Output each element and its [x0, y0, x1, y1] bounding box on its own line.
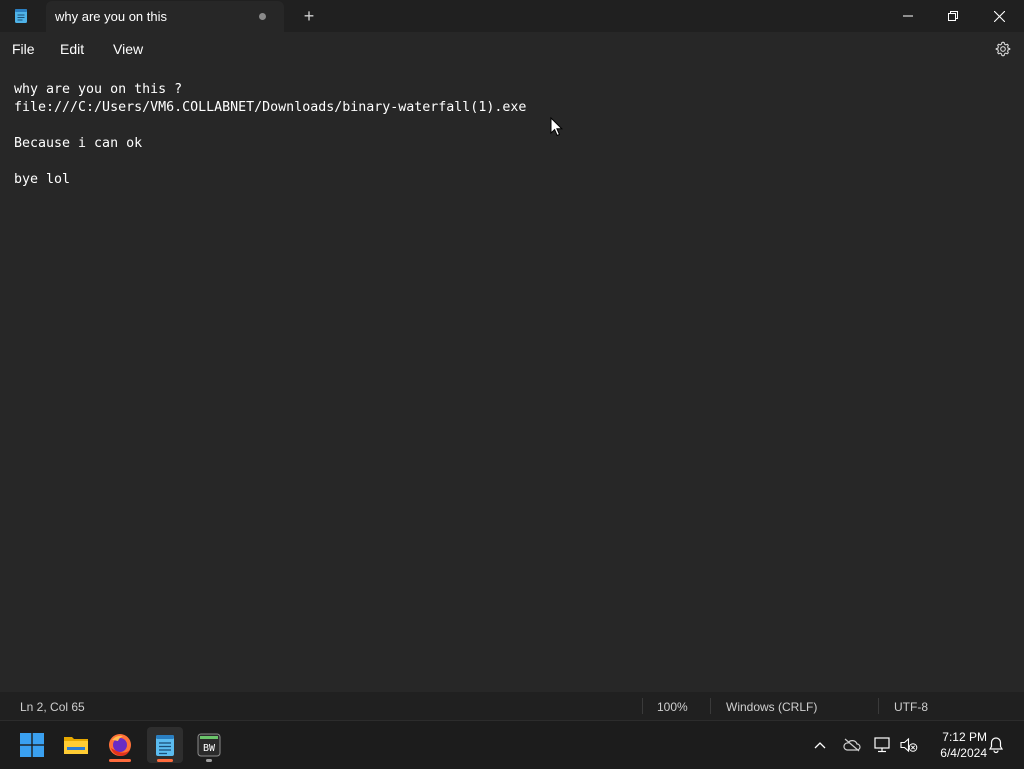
tab-document[interactable]: why are you on this	[46, 1, 284, 32]
restore-button[interactable]	[930, 0, 976, 32]
editor-line: bye lol	[14, 172, 71, 187]
binary-waterfall-icon: BW	[197, 733, 221, 757]
status-separator	[710, 698, 711, 714]
close-button[interactable]	[976, 0, 1022, 32]
menu-edit[interactable]: Edit	[60, 41, 84, 57]
status-separator	[878, 698, 879, 714]
binary-waterfall-label: BW	[203, 743, 216, 754]
menu-file[interactable]: File	[12, 41, 35, 57]
cloud-offline-icon	[843, 738, 861, 752]
text-editor[interactable]: why are you on this ? file:///C:/Users/V…	[0, 72, 1024, 692]
minimize-icon	[903, 15, 913, 17]
notepad-button[interactable]	[147, 727, 183, 763]
editor-line: Because i can ok	[14, 136, 143, 151]
notifications-button[interactable]	[986, 735, 1006, 755]
taskbar: BW 7:12 PM 6/4/2024	[0, 720, 1024, 769]
bell-icon	[988, 737, 1004, 754]
network-tray-button[interactable]	[873, 735, 893, 755]
mouse-pointer-icon	[550, 116, 564, 137]
editor-line: why are you on this ?	[14, 82, 183, 97]
new-tab-button[interactable]: +	[298, 6, 320, 26]
network-ethernet-icon	[874, 737, 890, 753]
show-hidden-icons-button[interactable]	[810, 735, 830, 755]
minimize-button[interactable]	[885, 0, 931, 32]
running-indicator	[206, 759, 212, 762]
menu-bar: File Edit View	[0, 32, 1024, 66]
clock[interactable]: 7:12 PM 6/4/2024	[925, 729, 987, 761]
zoom-level[interactable]: 100%	[657, 700, 688, 714]
close-icon	[993, 10, 1005, 22]
start-button[interactable]	[14, 727, 50, 763]
windows-start-icon	[20, 733, 44, 757]
unsaved-dot-icon[interactable]	[259, 13, 266, 20]
chevron-up-icon	[814, 742, 826, 749]
menu-view[interactable]: View	[113, 41, 143, 57]
encoding[interactable]: UTF-8	[894, 700, 928, 714]
clock-date: 6/4/2024	[940, 746, 987, 760]
volume-tray-button[interactable]	[899, 735, 919, 755]
line-ending[interactable]: Windows (CRLF)	[726, 700, 817, 714]
status-bar: Ln 2, Col 65 100% Windows (CRLF) UTF-8	[0, 692, 1024, 720]
notepad-icon	[156, 735, 174, 756]
editor-line: file:///C:/Users/VM6.COLLABNET/Downloads…	[14, 100, 527, 115]
clock-time: 7:12 PM	[942, 730, 987, 744]
title-bar: why are you on this +	[0, 0, 1024, 32]
file-explorer-button[interactable]	[58, 727, 94, 763]
binary-waterfall-button[interactable]: BW	[191, 727, 227, 763]
notepad-app-icon	[14, 8, 28, 24]
file-explorer-icon	[64, 737, 88, 754]
settings-button[interactable]	[993, 39, 1013, 59]
active-indicator	[157, 759, 173, 762]
restore-icon	[948, 11, 958, 21]
onedrive-tray-button[interactable]	[842, 735, 862, 755]
cursor-position: Ln 2, Col 65	[20, 700, 85, 714]
status-separator	[642, 698, 643, 714]
tab-title: why are you on this	[55, 9, 168, 24]
firefox-button[interactable]	[102, 727, 138, 763]
volume-muted-icon	[900, 737, 918, 753]
firefox-icon	[109, 734, 131, 756]
running-indicator	[109, 759, 131, 762]
gear-icon	[995, 41, 1011, 57]
